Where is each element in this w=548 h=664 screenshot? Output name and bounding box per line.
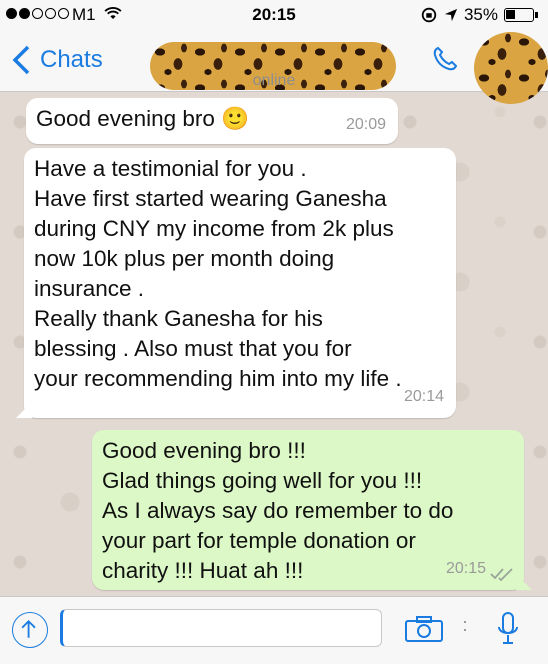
back-label: Chats (40, 46, 103, 73)
contact-status: online (252, 72, 296, 89)
separator-dots: · · (462, 611, 468, 639)
share-button[interactable] (12, 612, 48, 648)
arrow-up-icon (21, 619, 36, 638)
message-text: Have a testimonial for you . Have first … (34, 156, 402, 391)
microphone-icon[interactable] (496, 611, 520, 647)
status-bar: M1 20:15 35% (0, 0, 548, 30)
composer-bar: · · (0, 596, 548, 664)
message-bubble: Good evening bro 🙂 20:09 (26, 98, 398, 144)
message-input[interactable] (60, 609, 382, 647)
battery-percent: 35% (463, 5, 498, 24)
chat-header: Chats online (0, 30, 548, 104)
phone-icon[interactable] (432, 46, 458, 72)
location-arrow-icon (444, 8, 458, 22)
message-bubble: Have a testimonial for you . Have first … (16, 148, 456, 418)
message-time: 20:14 (403, 388, 444, 405)
rotation-lock-icon (421, 7, 437, 23)
message-bubble-outgoing: Good evening bro !!! Glad things going w… (92, 430, 532, 590)
contact-avatar[interactable] (474, 32, 548, 104)
camera-icon[interactable] (404, 615, 444, 643)
double-check-icon (490, 568, 513, 581)
battery-icon (504, 8, 534, 22)
battery-tip (535, 12, 538, 18)
status-right: 35% (420, 5, 538, 25)
message-time: 20:15 (445, 560, 486, 577)
message-time: 20:09 (345, 116, 386, 133)
message-text: Good evening bro 🙂 (36, 106, 250, 131)
